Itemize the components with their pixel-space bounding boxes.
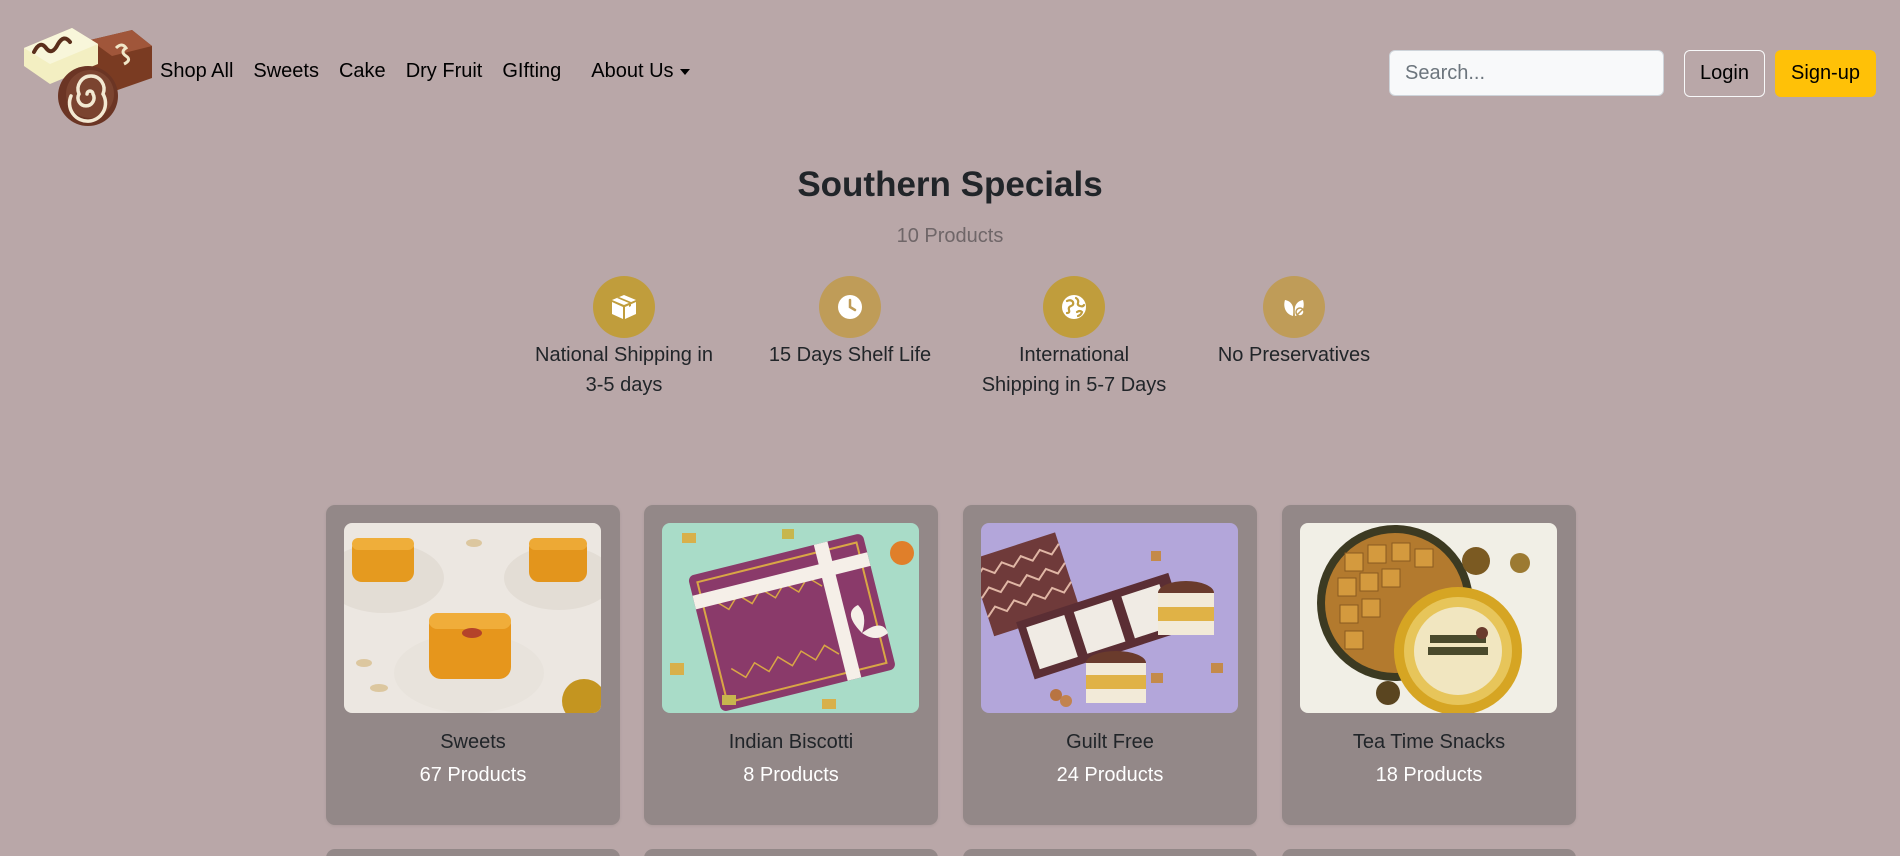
product-count: 10 Products	[896, 225, 1004, 247]
feature-text-line1: No Preservatives	[1217, 344, 1371, 366]
signup-button[interactable]: Sign-up	[1775, 50, 1876, 97]
leaf-icon	[1263, 276, 1325, 338]
about-us-label: About Us	[591, 60, 674, 82]
feature-no-preservatives: No Preservatives	[1194, 276, 1394, 370]
nav-links: Shop All Sweets Cake Dry Fruit GIfting A…	[160, 60, 710, 83]
nav-link-sweets[interactable]: Sweets	[253, 60, 319, 83]
nav-link-gifting[interactable]: GIfting	[502, 60, 561, 83]
category-card-partial	[963, 849, 1257, 856]
category-card-tea-time-snacks[interactable]: Tea Time Snacks 18 Products	[1282, 505, 1576, 825]
page-title: Southern Specials	[797, 165, 1103, 204]
feature-text-line2: Shipping in 5-7 Days	[981, 374, 1167, 396]
feature-international-shipping: International Shipping in 5-7 Days	[964, 276, 1184, 400]
search-input[interactable]	[1389, 50, 1664, 96]
category-count: 67 Products	[419, 764, 527, 786]
guilt-free-image	[981, 523, 1238, 713]
category-card-partial	[1282, 849, 1576, 856]
tea-time-snacks-image	[1300, 523, 1557, 713]
category-count: 18 Products	[1375, 764, 1483, 786]
feature-text-line1: 15 Days Shelf Life	[768, 344, 932, 366]
category-card-guilt-free[interactable]: Guilt Free 24 Products	[963, 505, 1257, 825]
clock-icon	[819, 276, 881, 338]
navbar: Shop All Sweets Cake Dry Fruit GIfting A…	[0, 0, 1900, 148]
category-count: 24 Products	[1056, 764, 1164, 786]
category-card-indian-biscotti[interactable]: Indian Biscotti 8 Products	[644, 505, 938, 825]
feature-text-line1: International	[1018, 344, 1130, 366]
feature-national-shipping: National Shipping in 3-5 days	[524, 276, 724, 400]
brand-logo[interactable]	[20, 18, 152, 128]
box-icon	[593, 276, 655, 338]
category-title: Indian Biscotti	[728, 731, 854, 753]
category-title: Sweets	[440, 731, 506, 753]
nav-link-shop-all[interactable]: Shop All	[160, 60, 233, 83]
category-title: Tea Time Snacks	[1352, 731, 1506, 753]
category-card-partial	[326, 849, 620, 856]
login-button[interactable]: Login	[1684, 50, 1765, 97]
nav-link-dry-fruit[interactable]: Dry Fruit	[406, 60, 483, 83]
category-title: Guilt Free	[1066, 731, 1154, 753]
feature-shelf-life: 15 Days Shelf Life	[750, 276, 950, 370]
globe-icon	[1043, 276, 1105, 338]
category-card-partial	[644, 849, 938, 856]
caret-down-icon	[679, 68, 690, 75]
category-count: 8 Products	[743, 764, 839, 786]
nav-link-cake[interactable]: Cake	[339, 60, 386, 83]
sweets-image	[344, 523, 601, 713]
indian-biscotti-image	[662, 523, 919, 713]
category-card-sweets[interactable]: Sweets 67 Products	[326, 505, 620, 825]
feature-text-line1: National Shipping in	[535, 344, 713, 366]
about-us-dropdown[interactable]: About Us	[591, 60, 690, 83]
feature-text-line2: 3-5 days	[585, 374, 663, 396]
